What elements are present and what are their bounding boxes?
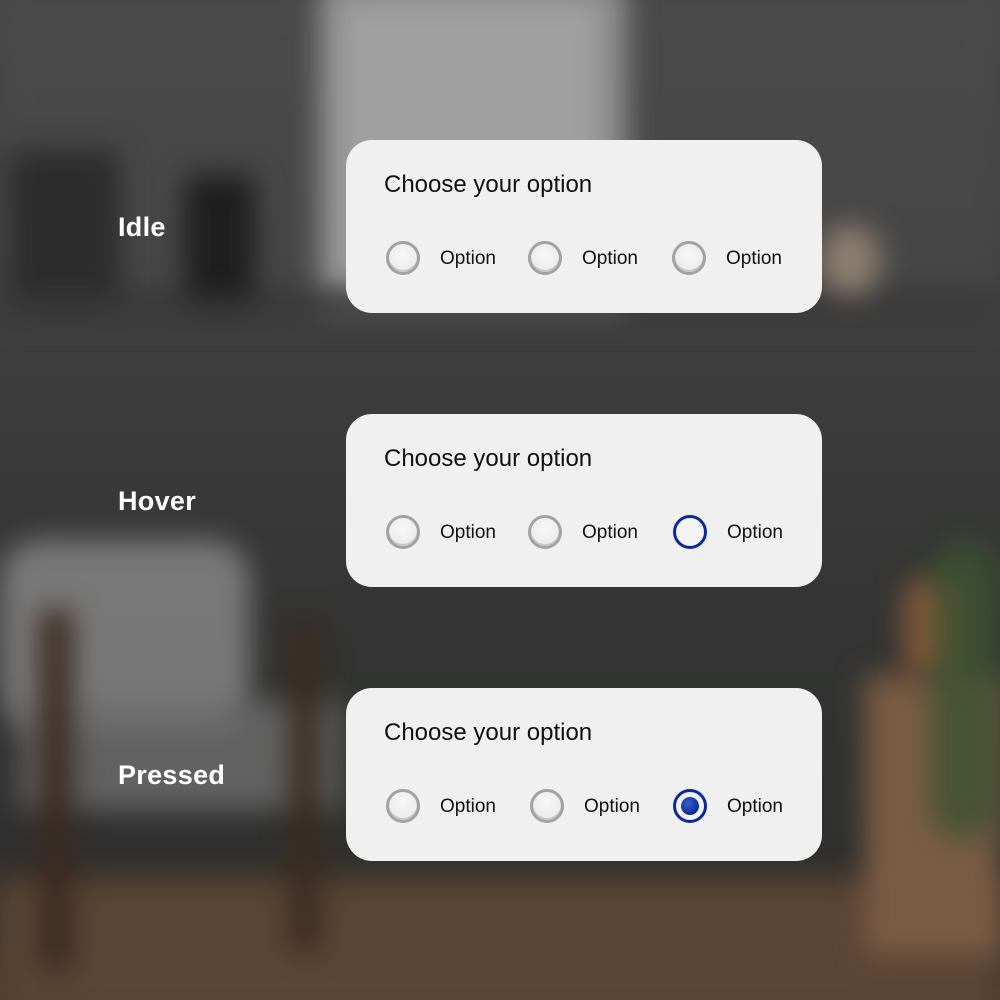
armchair-leg bbox=[40, 610, 72, 970]
radio-option-label: Option bbox=[440, 521, 496, 543]
bottles bbox=[185, 175, 255, 300]
radio-option-label: Option bbox=[727, 521, 783, 543]
state-label-hover: Hover bbox=[118, 486, 197, 516]
radio-option-label: Option bbox=[440, 795, 496, 817]
radio-button-idle[interactable] bbox=[528, 515, 562, 549]
radio-option-label: Option bbox=[727, 795, 783, 817]
radio-option-label: Option bbox=[726, 247, 782, 269]
radio-option-label: Option bbox=[440, 247, 496, 269]
radio-option-3[interactable]: Option bbox=[672, 238, 782, 278]
radio-option-1[interactable]: Option bbox=[386, 512, 496, 552]
state-label-pressed: Pressed bbox=[118, 760, 226, 790]
card-title: Choose your option bbox=[384, 445, 593, 472]
card-title: Choose your option bbox=[384, 719, 593, 746]
armchair-leg bbox=[290, 620, 320, 950]
radio-group-card-hover: Choose your option Option Option Option bbox=[346, 414, 822, 587]
radio-button-idle[interactable] bbox=[386, 515, 420, 549]
radio-option-1[interactable]: Option bbox=[386, 238, 496, 278]
vase bbox=[820, 225, 880, 295]
radio-button-hover[interactable] bbox=[673, 515, 707, 549]
radio-button-selected[interactable] bbox=[673, 789, 707, 823]
radio-group-card-pressed: Choose your option Option Option Option bbox=[346, 688, 822, 861]
radio-option-3[interactable]: Option bbox=[673, 786, 783, 826]
state-label-idle: Idle bbox=[118, 212, 166, 242]
radio-option-2[interactable]: Option bbox=[528, 238, 638, 278]
radio-option-2[interactable]: Option bbox=[530, 786, 640, 826]
radio-option-label: Option bbox=[582, 247, 638, 269]
radio-group-card-idle: Choose your option Option Option Option bbox=[346, 140, 822, 313]
radio-option-label: Option bbox=[584, 795, 640, 817]
radio-selected-dot bbox=[681, 797, 699, 815]
radio-button-idle[interactable] bbox=[528, 241, 562, 275]
wooden-floor bbox=[0, 880, 1000, 1000]
radio-option-label: Option bbox=[582, 521, 638, 543]
radio-button-idle[interactable] bbox=[386, 789, 420, 823]
radio-option-2[interactable]: Option bbox=[528, 512, 638, 552]
radio-button-idle[interactable] bbox=[386, 241, 420, 275]
card-title: Choose your option bbox=[384, 171, 593, 198]
radio-option-3[interactable]: Option bbox=[673, 512, 783, 552]
radio-button-idle[interactable] bbox=[530, 789, 564, 823]
radio-button-idle[interactable] bbox=[672, 241, 706, 275]
plant bbox=[930, 540, 1000, 840]
lantern bbox=[10, 150, 120, 300]
radio-option-1[interactable]: Option bbox=[386, 786, 496, 826]
